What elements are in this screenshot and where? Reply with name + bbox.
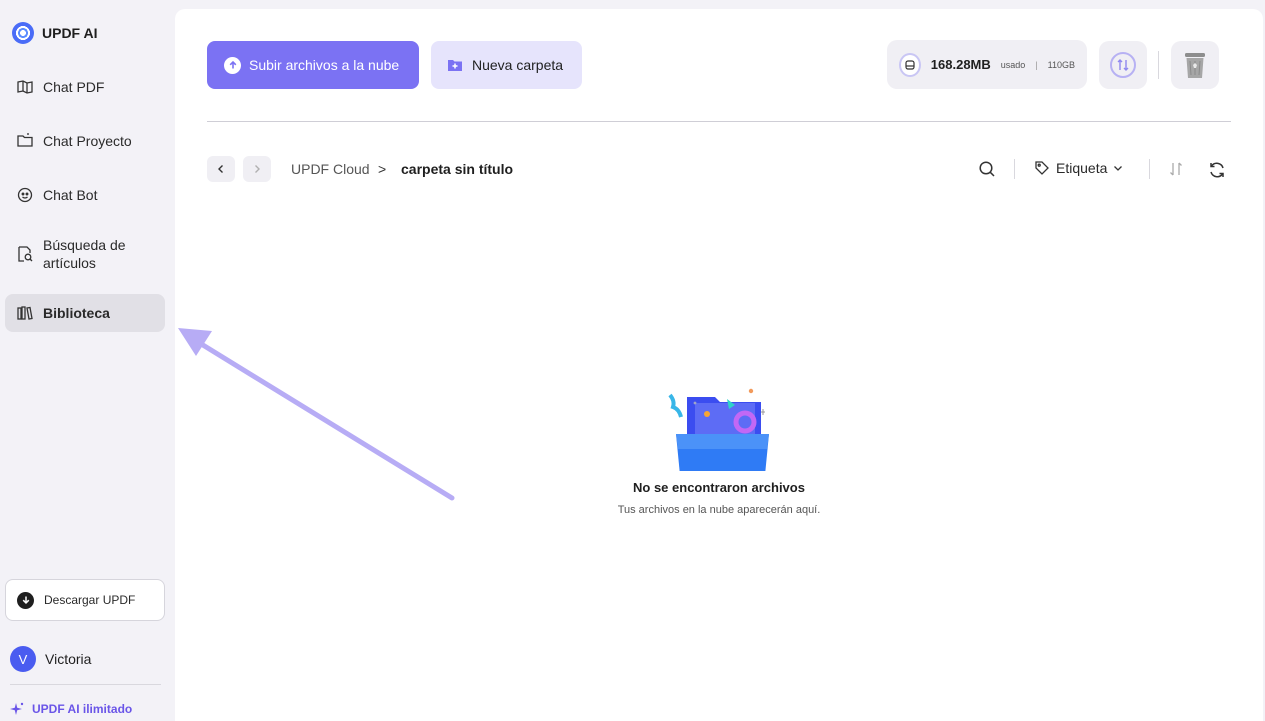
transfer-button[interactable]: [1099, 41, 1147, 89]
chevron-left-icon: [218, 165, 223, 173]
folder-plus-icon: [448, 60, 462, 71]
storage-total: 110GB: [1047, 59, 1075, 70]
sidebar-item-label: Chat PDF: [43, 79, 105, 95]
new-folder-label: Nueva carpeta: [472, 57, 564, 73]
breadcrumb-separator: >: [378, 161, 387, 177]
transfer-icon: [1110, 52, 1136, 78]
storage-separator: |: [1035, 59, 1038, 70]
book-icon: [17, 80, 33, 94]
storage-used-value: 168.28MB: [930, 57, 991, 72]
tag-icon: [1035, 161, 1049, 175]
chevron-right-icon: [255, 165, 260, 173]
storage-usage[interactable]: 168.28MB usado | 110GB: [887, 40, 1087, 89]
empty-state-subtitle: Tus archivos en la nube aparecerán aquí.: [617, 504, 821, 516]
chevron-down-icon: [1114, 166, 1123, 171]
back-button[interactable]: [207, 156, 235, 182]
tag-filter-dropdown[interactable]: Etiqueta: [1034, 160, 1123, 176]
upload-to-cloud-button[interactable]: Subir archivos a la nube: [207, 41, 419, 89]
user-profile[interactable]: V Victoria: [10, 646, 91, 672]
sidebar-item-label: Chat Proyecto: [43, 133, 132, 149]
tag-filter-label: Etiqueta: [1056, 160, 1108, 176]
library-icon: [17, 306, 33, 320]
new-folder-button[interactable]: Nueva carpeta: [431, 41, 582, 89]
bot-icon: [17, 187, 33, 203]
sidebar-item-chat-proyecto[interactable]: Chat Proyecto: [5, 122, 165, 160]
sidebar-nav: Chat PDF Chat Proyecto Chat Bot Búsqueda…: [5, 68, 165, 348]
toolbar-divider: [1149, 159, 1150, 179]
sidebar-item-chat-bot[interactable]: Chat Bot: [5, 176, 165, 214]
sort-icon[interactable]: [1167, 160, 1185, 178]
toolbar-divider: [1014, 159, 1015, 179]
sidebar-item-label: Biblioteca: [43, 305, 110, 321]
download-label: Descargar UPDF: [44, 593, 136, 607]
search-icon[interactable]: [978, 160, 996, 178]
breadcrumb-root[interactable]: UPDF Cloud: [291, 161, 370, 177]
download-updf-button[interactable]: Descargar UPDF: [5, 579, 165, 621]
updf-logo-icon: [12, 22, 34, 44]
sidebar-item-busqueda[interactable]: Búsqueda de artículos: [5, 230, 165, 278]
header-divider: [207, 121, 1231, 122]
download-icon: [17, 591, 34, 609]
avatar: V: [10, 646, 36, 672]
promo-label: UPDF AI ilimitado: [32, 702, 133, 716]
forward-button[interactable]: [243, 156, 271, 182]
trash-button[interactable]: [1171, 41, 1219, 89]
upload-label: Subir archivos a la nube: [249, 57, 400, 73]
upload-icon: [224, 56, 241, 74]
sidebar-item-chat-pdf[interactable]: Chat PDF: [5, 68, 165, 106]
sidebar-item-biblioteca[interactable]: Biblioteca: [5, 294, 165, 332]
sidebar: UPDF AI Chat PDF Chat Proyecto Chat Bot …: [0, 0, 174, 721]
user-name: Victoria: [45, 651, 92, 667]
sidebar-item-label: Chat Bot: [43, 187, 98, 203]
refresh-icon[interactable]: [1207, 160, 1227, 180]
unlimited-promo-link[interactable]: UPDF AI ilimitado: [10, 702, 132, 716]
sidebar-divider: [10, 684, 161, 685]
folder-chat-icon: [17, 133, 33, 147]
drive-icon: [899, 52, 921, 77]
breadcrumb-current: carpeta sin título: [401, 161, 514, 177]
brand[interactable]: UPDF AI: [12, 22, 97, 44]
main-panel: Subir archivos a la nube Nueva carpeta 1…: [175, 9, 1263, 721]
search-doc-icon: [18, 246, 33, 262]
empty-state-title: No se encontraron archivos: [633, 480, 805, 495]
sidebar-item-label: Búsqueda de artículos: [43, 237, 126, 271]
sparkle-icon: [10, 702, 24, 715]
trash-icon: [1185, 53, 1205, 78]
toolbar-divider: [1158, 51, 1159, 79]
app-name: UPDF AI: [42, 25, 98, 41]
empty-folder-illustration: [668, 388, 769, 471]
storage-used-label: usado: [1000, 59, 1026, 70]
